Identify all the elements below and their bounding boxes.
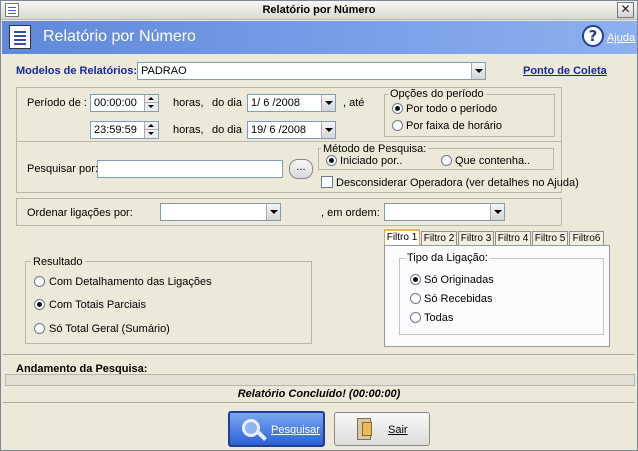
end-time-spinner[interactable] (144, 122, 158, 138)
radio-summary-label: Só Total Geral (Sumário) (49, 323, 170, 335)
help-icon[interactable]: ? (582, 25, 604, 47)
end-time-value: 23:59:59 (94, 124, 137, 136)
radio-only-originated-label: Só Originadas (424, 274, 494, 286)
radio-whole-period-label: Por todo o período (406, 103, 498, 115)
models-select[interactable]: PADRAO (137, 62, 486, 80)
report-window: Relatório por Número ✕ Relatório por Núm… (0, 0, 638, 451)
radio-all[interactable] (410, 312, 421, 323)
order-direction-select[interactable] (384, 203, 505, 221)
search-input[interactable] (97, 160, 283, 178)
collect-point-link[interactable]: Ponto de Coleta (523, 65, 607, 77)
radio-contains[interactable] (441, 155, 452, 166)
radio-only-originated[interactable] (410, 274, 421, 285)
day-label-1: do dia (212, 97, 242, 109)
radio-summary[interactable] (34, 323, 45, 334)
chevron-down-icon[interactable] (471, 63, 485, 79)
tab-filter-6[interactable]: Filtro6 (569, 231, 604, 245)
radio-partial-totals-label: Com Totais Parciais (49, 299, 146, 311)
progress-status: Relatório Concluído! (00:00:00) (237, 388, 401, 400)
call-type-title: Tipo da Ligação: (405, 252, 490, 264)
close-button[interactable]: ✕ (617, 2, 634, 18)
models-value: PADRAO (141, 65, 187, 77)
radio-starts-with[interactable] (326, 155, 337, 166)
radio-only-received[interactable] (410, 293, 421, 304)
search-label: Pesquisar por: (27, 163, 98, 175)
progress-bar (5, 374, 635, 386)
period-label: Período de : (27, 97, 87, 109)
exit-arrow-icon (362, 422, 372, 436)
exit-button-label: Sair (388, 424, 408, 436)
search-method-title: Método de Pesquisa: (321, 143, 429, 155)
hours-label-2: horas, (173, 124, 204, 136)
radio-detailed[interactable] (34, 276, 45, 287)
period-options-title: Opções do período (388, 88, 486, 100)
divider (3, 354, 635, 355)
until-label: , até (343, 97, 365, 109)
radio-detailed-label: Com Detalhamento das Ligações (49, 276, 212, 288)
start-date-picker[interactable]: 1/ 6 /2008 (247, 94, 336, 112)
ignore-operator-label: Desconsiderar Operadora (ver detalhes no… (336, 177, 579, 189)
radio-only-received-label: Só Recebidas (424, 293, 493, 305)
window-title: Relatório por Número (262, 4, 376, 16)
radio-partial-totals[interactable] (34, 299, 45, 310)
header-banner: Relatório por Número ? Ajuda (2, 21, 637, 54)
models-label: Modelos de Relatórios: (16, 65, 138, 77)
start-time-input[interactable]: 00:00:00 (90, 94, 159, 112)
ignore-operator-checkbox[interactable] (321, 176, 333, 188)
tab-filter-1[interactable]: Filtro 1 (384, 229, 420, 245)
start-date-value: 1/ 6 /2008 (251, 97, 300, 109)
radio-starts-with-label: Iniciado por.. (340, 155, 403, 167)
magnifier-handle-icon (257, 431, 267, 441)
order-by-select[interactable] (160, 203, 281, 221)
end-date-picker[interactable]: 19/ 6 /2008 (247, 121, 336, 139)
hours-label-1: horas, (173, 97, 204, 109)
help-link[interactable]: Ajuda (607, 32, 635, 44)
radio-time-range-label: Por faixa de horário (406, 120, 502, 132)
start-time-value: 00:00:00 (94, 97, 137, 109)
report-icon (9, 25, 31, 49)
calendar-dropdown-icon[interactable] (321, 95, 335, 111)
search-button-label: Pesquisar (271, 424, 320, 436)
radio-time-range[interactable] (392, 120, 403, 131)
order-label: Ordenar ligações por: (27, 207, 133, 219)
chevron-down-icon[interactable] (490, 204, 504, 220)
day-label-2: do dia (212, 124, 242, 136)
title-bar: Relatório por Número ✕ (1, 1, 637, 20)
order-direction-label: , em ordem: (321, 207, 380, 219)
radio-contains-label: Que contenha.. (455, 155, 531, 167)
tab-filter-5[interactable]: Filtro 5 (532, 231, 568, 245)
end-date-value: 19/ 6 /2008 (251, 124, 307, 136)
result-title: Resultado (31, 256, 85, 268)
exit-button[interactable]: Sair (334, 412, 430, 446)
calendar-dropdown-icon[interactable] (321, 122, 335, 138)
browse-button[interactable]: ... (289, 159, 313, 179)
search-button[interactable]: Pesquisar (228, 411, 325, 447)
radio-whole-period[interactable] (392, 103, 403, 114)
tab-filter-2[interactable]: Filtro 2 (421, 231, 457, 245)
radio-all-label: Todas (424, 312, 454, 324)
start-time-spinner[interactable] (144, 95, 158, 111)
divider (3, 402, 635, 403)
tab-filter-4[interactable]: Filtro 4 (495, 231, 531, 245)
chevron-down-icon[interactable] (266, 204, 280, 220)
end-time-input[interactable]: 23:59:59 (90, 121, 159, 139)
page-title: Relatório por Número (43, 28, 196, 45)
tab-filter-3[interactable]: Filtro 3 (458, 231, 494, 245)
